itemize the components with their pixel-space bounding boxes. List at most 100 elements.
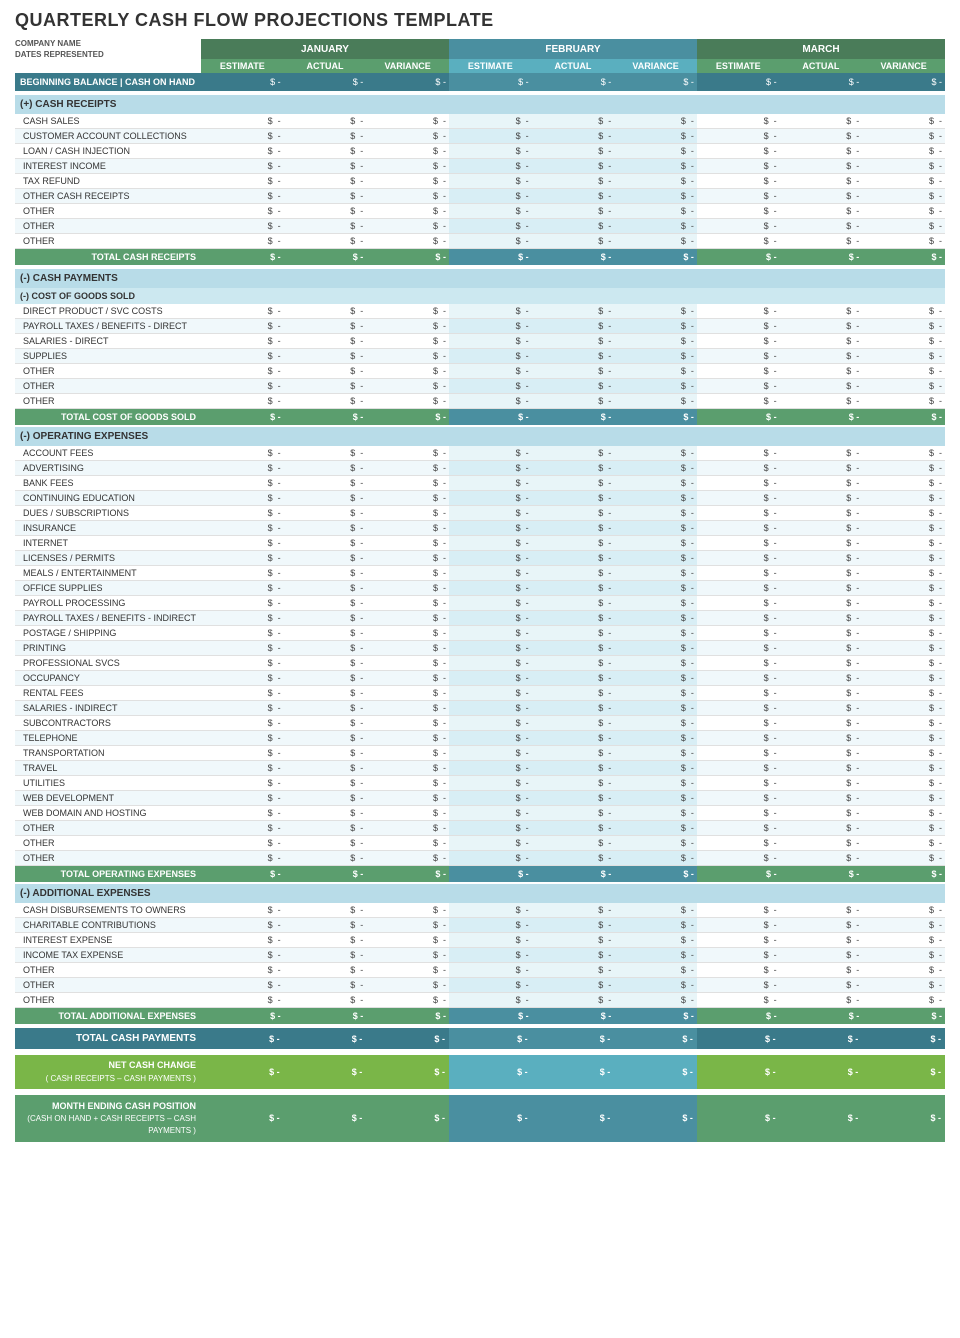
top-jan-est[interactable]: $ -	[201, 866, 284, 882]
bb-feb-act[interactable]: $ -	[532, 73, 615, 91]
value-cell[interactable]: $ -	[862, 566, 945, 581]
value-cell[interactable]: $ -	[201, 641, 284, 656]
value-cell[interactable]: $ -	[449, 918, 532, 933]
value-cell[interactable]: $ -	[532, 821, 615, 836]
value-cell[interactable]: $ -	[862, 144, 945, 159]
value-cell[interactable]: $ -	[201, 506, 284, 521]
value-cell[interactable]: $ -	[449, 364, 532, 379]
value-cell[interactable]: $ -	[697, 626, 780, 641]
value-cell[interactable]: $ -	[449, 626, 532, 641]
value-cell[interactable]: $ -	[697, 364, 780, 379]
value-cell[interactable]: $ -	[697, 641, 780, 656]
value-cell[interactable]: $ -	[614, 461, 697, 476]
value-cell[interactable]: $ -	[284, 114, 367, 129]
tcp-mar-act[interactable]: $ -	[780, 1028, 863, 1049]
value-cell[interactable]: $ -	[780, 446, 863, 461]
value-cell[interactable]: $ -	[780, 611, 863, 626]
bb-mar-est[interactable]: $ -	[697, 73, 780, 91]
value-cell[interactable]: $ -	[780, 596, 863, 611]
value-cell[interactable]: $ -	[366, 963, 449, 978]
value-cell[interactable]: $ -	[449, 686, 532, 701]
value-cell[interactable]: $ -	[201, 189, 284, 204]
value-cell[interactable]: $ -	[780, 461, 863, 476]
value-cell[interactable]: $ -	[284, 304, 367, 319]
tcr-mar-act[interactable]: $ -	[780, 249, 863, 265]
value-cell[interactable]: $ -	[284, 656, 367, 671]
value-cell[interactable]: $ -	[532, 806, 615, 821]
value-cell[interactable]: $ -	[862, 491, 945, 506]
value-cell[interactable]: $ -	[697, 993, 780, 1008]
value-cell[interactable]: $ -	[532, 189, 615, 204]
value-cell[interactable]: $ -	[201, 746, 284, 761]
value-cell[interactable]: $ -	[366, 234, 449, 249]
bb-mar-act[interactable]: $ -	[780, 73, 863, 91]
value-cell[interactable]: $ -	[614, 761, 697, 776]
value-cell[interactable]: $ -	[697, 836, 780, 851]
value-cell[interactable]: $ -	[862, 304, 945, 319]
value-cell[interactable]: $ -	[449, 476, 532, 491]
tcr-feb-act[interactable]: $ -	[532, 249, 615, 265]
value-cell[interactable]: $ -	[449, 701, 532, 716]
value-cell[interactable]: $ -	[366, 189, 449, 204]
bb-feb-est[interactable]: $ -	[449, 73, 532, 91]
value-cell[interactable]: $ -	[697, 174, 780, 189]
mep-feb-var[interactable]: $ -	[614, 1095, 697, 1143]
value-cell[interactable]: $ -	[697, 129, 780, 144]
value-cell[interactable]: $ -	[366, 379, 449, 394]
top-mar-var[interactable]: $ -	[862, 866, 945, 882]
value-cell[interactable]: $ -	[697, 851, 780, 866]
mep-jan-act[interactable]: $ -	[284, 1095, 367, 1143]
value-cell[interactable]: $ -	[366, 776, 449, 791]
tcogs-jan-var[interactable]: $ -	[366, 409, 449, 425]
value-cell[interactable]: $ -	[532, 159, 615, 174]
value-cell[interactable]: $ -	[532, 978, 615, 993]
value-cell[interactable]: $ -	[449, 993, 532, 1008]
value-cell[interactable]: $ -	[862, 506, 945, 521]
value-cell[interactable]: $ -	[780, 144, 863, 159]
tad-feb-var[interactable]: $ -	[614, 1008, 697, 1024]
value-cell[interactable]: $ -	[614, 394, 697, 409]
value-cell[interactable]: $ -	[614, 626, 697, 641]
value-cell[interactable]: $ -	[862, 159, 945, 174]
value-cell[interactable]: $ -	[532, 491, 615, 506]
value-cell[interactable]: $ -	[284, 491, 367, 506]
value-cell[interactable]: $ -	[780, 219, 863, 234]
value-cell[interactable]: $ -	[366, 933, 449, 948]
value-cell[interactable]: $ -	[284, 948, 367, 963]
value-cell[interactable]: $ -	[862, 671, 945, 686]
value-cell[interactable]: $ -	[862, 836, 945, 851]
value-cell[interactable]: $ -	[284, 716, 367, 731]
value-cell[interactable]: $ -	[862, 686, 945, 701]
value-cell[interactable]: $ -	[201, 364, 284, 379]
value-cell[interactable]: $ -	[532, 446, 615, 461]
value-cell[interactable]: $ -	[366, 836, 449, 851]
value-cell[interactable]: $ -	[201, 114, 284, 129]
value-cell[interactable]: $ -	[780, 806, 863, 821]
value-cell[interactable]: $ -	[366, 476, 449, 491]
value-cell[interactable]: $ -	[284, 204, 367, 219]
value-cell[interactable]: $ -	[780, 746, 863, 761]
value-cell[interactable]: $ -	[614, 776, 697, 791]
value-cell[interactable]: $ -	[780, 349, 863, 364]
value-cell[interactable]: $ -	[862, 319, 945, 334]
tcogs-feb-act[interactable]: $ -	[532, 409, 615, 425]
value-cell[interactable]: $ -	[862, 189, 945, 204]
value-cell[interactable]: $ -	[201, 536, 284, 551]
value-cell[interactable]: $ -	[862, 933, 945, 948]
value-cell[interactable]: $ -	[697, 656, 780, 671]
tcp-jan-var[interactable]: $ -	[366, 1028, 449, 1049]
value-cell[interactable]: $ -	[862, 776, 945, 791]
value-cell[interactable]: $ -	[862, 626, 945, 641]
value-cell[interactable]: $ -	[614, 114, 697, 129]
value-cell[interactable]: $ -	[366, 129, 449, 144]
value-cell[interactable]: $ -	[697, 114, 780, 129]
value-cell[interactable]: $ -	[532, 611, 615, 626]
value-cell[interactable]: $ -	[697, 159, 780, 174]
value-cell[interactable]: $ -	[284, 918, 367, 933]
tcp-jan-act[interactable]: $ -	[284, 1028, 367, 1049]
value-cell[interactable]: $ -	[862, 716, 945, 731]
value-cell[interactable]: $ -	[532, 204, 615, 219]
value-cell[interactable]: $ -	[780, 506, 863, 521]
tcogs-feb-var[interactable]: $ -	[614, 409, 697, 425]
value-cell[interactable]: $ -	[697, 761, 780, 776]
